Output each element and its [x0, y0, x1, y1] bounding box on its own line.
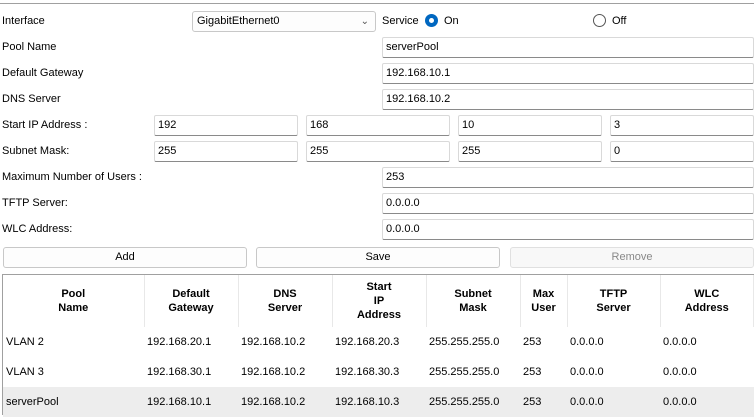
service-off-radio[interactable]	[593, 14, 606, 27]
table-cell: 0.0.0.0	[570, 366, 604, 378]
table-row[interactable]: serverPool 192.168.10.1 192.168.10.2 192.16…	[3, 387, 754, 417]
column-header-line: Mask	[459, 302, 487, 314]
pool-name-label: Pool Name	[2, 41, 57, 53]
dns-label: DNS Server	[2, 93, 61, 105]
table-cell: 253	[523, 366, 542, 378]
tftp-input[interactable]: 0.0.0.0	[382, 193, 754, 214]
add-button[interactable]: Add	[3, 247, 247, 268]
table-row[interactable]: VLAN 3 192.168.30.1 192.168.10.2 192.168.30…	[3, 357, 754, 387]
dns-input[interactable]: 192.168.10.2	[382, 89, 754, 110]
max-users-input[interactable]: 253	[382, 167, 754, 188]
table-cell: 192.168.10.2	[241, 336, 306, 348]
table-cell: 255.255.255.0	[429, 366, 500, 378]
service-on-label[interactable]: On	[444, 14, 459, 28]
table-cell: 192.168.20.1	[147, 336, 212, 348]
start-ip-octet-2[interactable]: 168	[306, 115, 450, 136]
table-cell: 192.168.10.1	[144, 387, 238, 417]
pool-name-input[interactable]: serverPool	[382, 37, 754, 58]
mask-octet-3[interactable]: 255	[458, 141, 602, 162]
wlc-input[interactable]: 0.0.0.0	[382, 219, 754, 240]
remove-button[interactable]: Remove	[510, 247, 754, 268]
column-header-line: Server	[267, 302, 303, 314]
table-cell: 255.255.255.0	[426, 387, 520, 417]
column-header[interactable]: Start IP Address	[332, 275, 427, 327]
column-header-line: Name	[58, 302, 89, 314]
start-ip-octet-1[interactable]: 192	[154, 115, 298, 136]
table-cell: 192.168.30.1	[147, 366, 212, 378]
table-cell: 192.168.30.3	[335, 366, 400, 378]
table-cell: 0.0.0.0	[570, 336, 604, 348]
service-label: Service	[382, 15, 419, 27]
column-header-line: Server	[596, 302, 631, 314]
wlc-label: WLC Address:	[2, 223, 73, 235]
table-cell: 0.0.0.0	[567, 387, 660, 417]
column-header[interactable]: Pool Name	[3, 275, 145, 327]
start-ip-octet-3[interactable]: 10	[458, 115, 602, 136]
service-off-label[interactable]: Off	[612, 14, 626, 28]
mask-label: Subnet Mask:	[2, 145, 70, 157]
save-button[interactable]: Save	[256, 247, 500, 268]
column-header[interactable]: DNS Server	[238, 275, 333, 327]
gateway-label: Default Gateway	[2, 67, 84, 79]
column-header[interactable]: Max User	[520, 275, 568, 327]
column-header-line: IP	[373, 295, 385, 307]
table-cell: 253	[523, 336, 542, 348]
column-header-line: User	[531, 302, 556, 314]
column-header-line: Gateway	[168, 302, 214, 314]
interface-select[interactable]: GigabitEthernet0 ⌄	[192, 11, 376, 32]
table-cell: VLAN 3	[6, 366, 44, 378]
top-divider	[0, 3, 754, 4]
column-header-line: DNS	[273, 288, 297, 300]
column-header-line: Pool	[61, 288, 86, 300]
column-header[interactable]: WLC Address	[660, 275, 754, 327]
column-header-line: Max	[532, 288, 555, 300]
table-cell: VLAN 2	[6, 336, 44, 348]
column-header-line: Start	[366, 281, 392, 293]
table-cell: 0.0.0.0	[660, 387, 754, 417]
table-cell: 192.168.10.2	[238, 387, 332, 417]
start-ip-label: Start IP Address :	[2, 119, 88, 131]
table-cell: 0.0.0.0	[663, 336, 697, 348]
table-cell: 192.168.10.3	[332, 387, 426, 417]
column-header-line: Default	[172, 288, 210, 300]
column-header-line: TFTP	[599, 288, 628, 300]
pool-table: Pool Name Default Gateway DNS Server Start IP Ad…	[2, 274, 754, 417]
column-header[interactable]: Default Gateway	[144, 275, 239, 327]
mask-octet-2[interactable]: 255	[306, 141, 450, 162]
start-ip-octet-4[interactable]: 3	[610, 115, 754, 136]
table-cell: 253	[520, 387, 567, 417]
column-header-line: Address	[684, 302, 729, 314]
column-header-line: WLC	[694, 288, 720, 300]
table-cell: 192.168.10.2	[241, 366, 306, 378]
mask-octet-1[interactable]: 255	[154, 141, 298, 162]
max-users-label: Maximum Number of Users :	[2, 171, 142, 183]
table-cell: 0.0.0.0	[663, 366, 697, 378]
gateway-input[interactable]: 192.168.10.1	[382, 63, 754, 84]
chevron-down-icon: ⌄	[360, 16, 369, 27]
table-cell: serverPool	[3, 387, 144, 417]
column-header[interactable]: TFTP Server	[567, 275, 661, 327]
tftp-label: TFTP Server:	[2, 197, 68, 209]
column-header-line: Address	[356, 309, 402, 321]
interface-value: GigabitEthernet0	[197, 15, 280, 27]
mask-octet-4[interactable]: 0	[610, 141, 754, 162]
interface-label: Interface	[2, 15, 45, 27]
table-cell: 255.255.255.0	[429, 336, 500, 348]
column-header[interactable]: Subnet Mask	[426, 275, 521, 327]
column-header-line: Subnet	[454, 288, 492, 300]
table-cell: 192.168.20.3	[335, 336, 400, 348]
table-row[interactable]: VLAN 2 192.168.20.1 192.168.10.2 192.168.20…	[3, 327, 754, 357]
service-on-radio[interactable]	[425, 14, 438, 27]
